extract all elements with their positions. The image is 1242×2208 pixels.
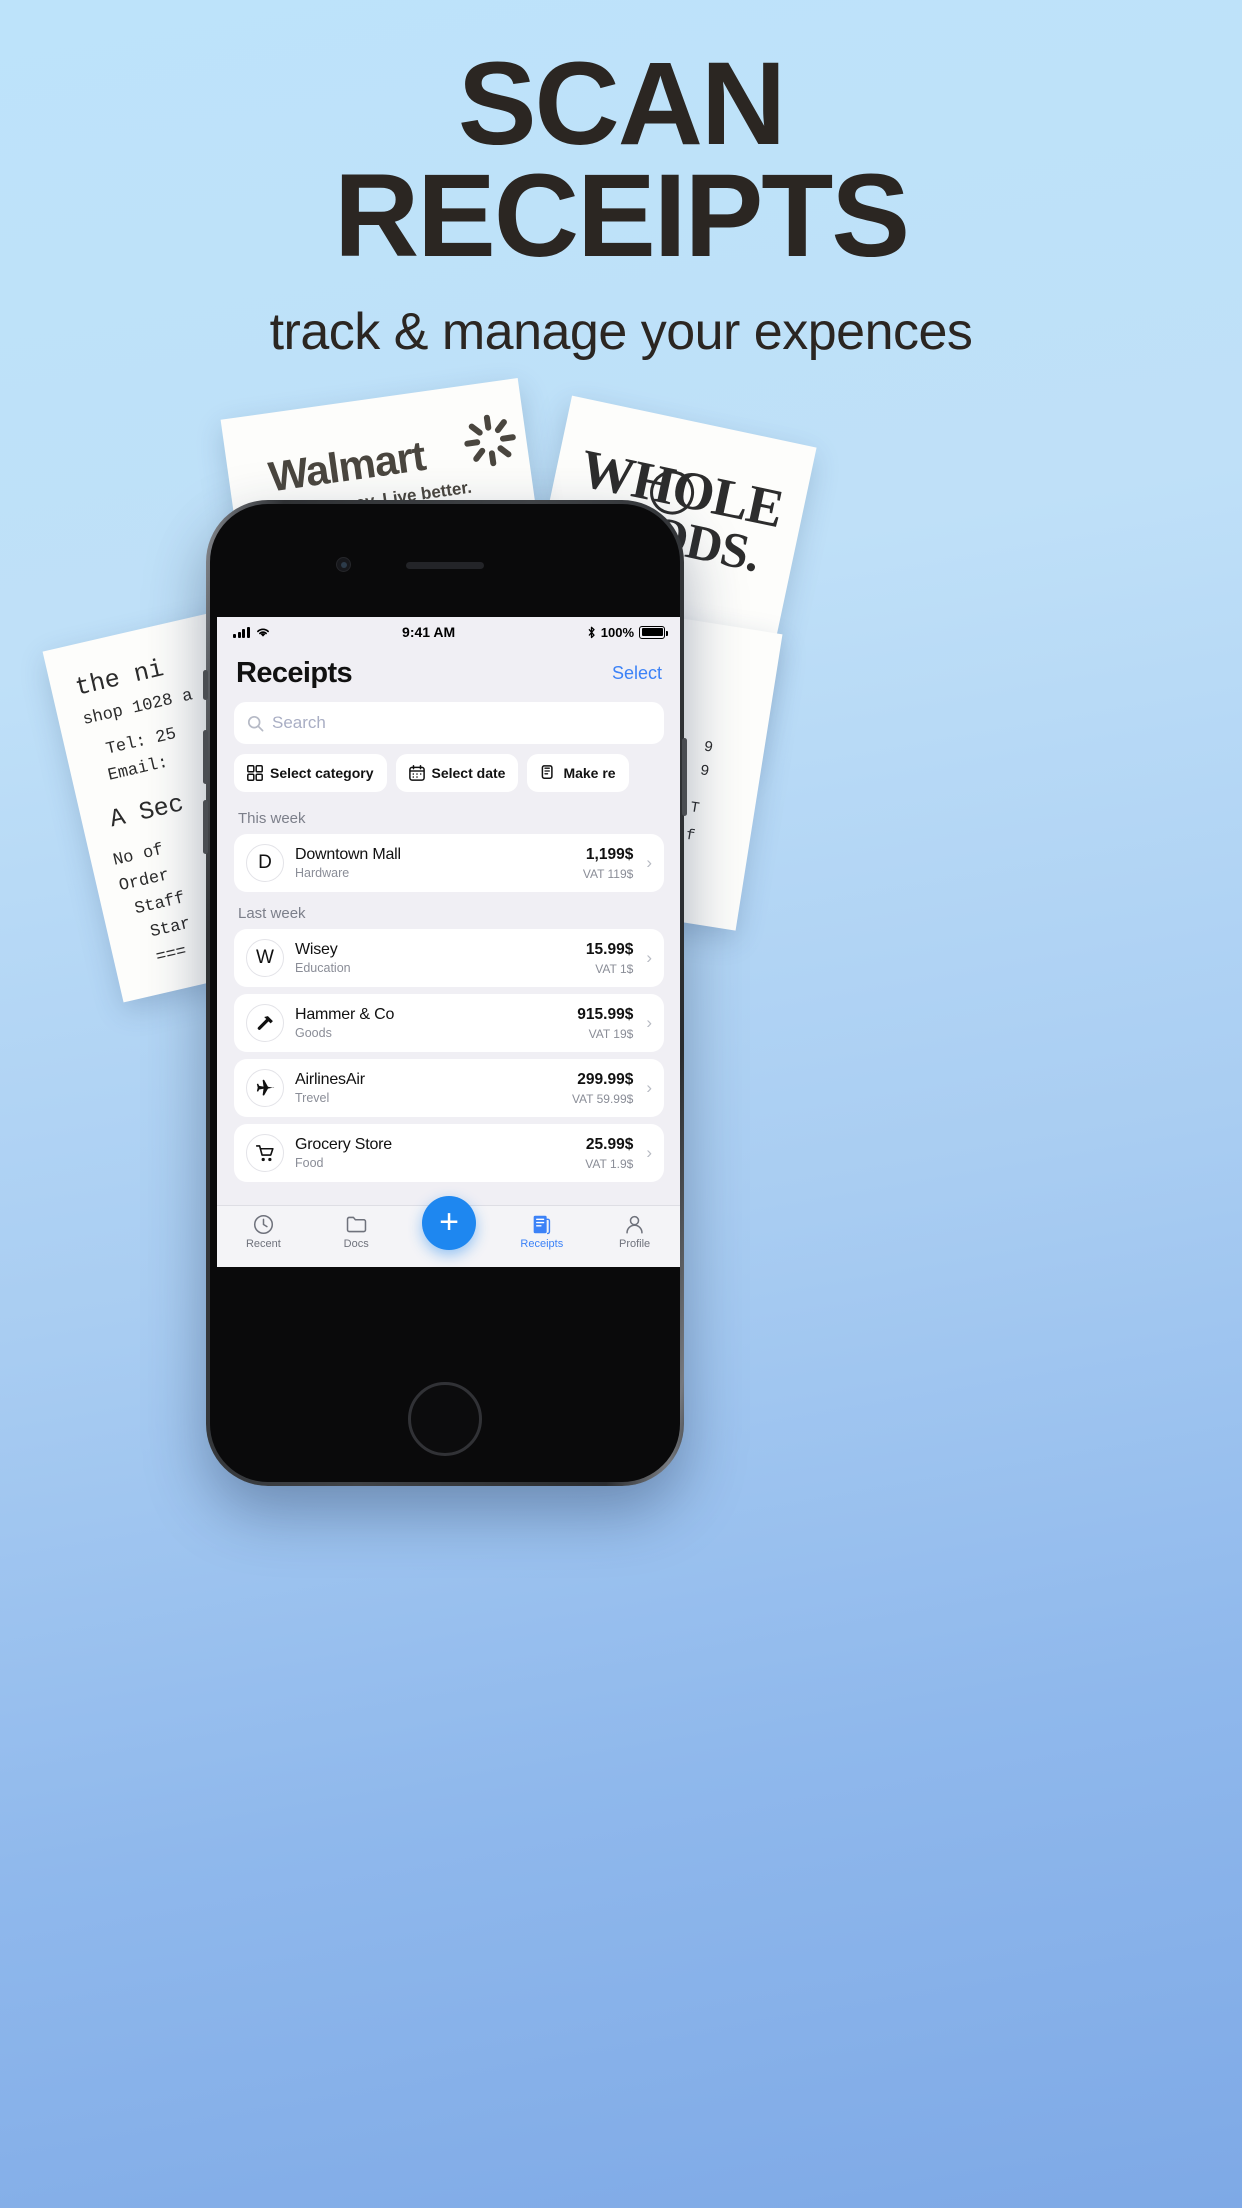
avatar — [246, 1069, 284, 1107]
calendar-icon — [408, 765, 425, 781]
phone-volume-up-button — [203, 730, 208, 784]
tab-docs[interactable]: Docs — [310, 1213, 403, 1250]
search-input[interactable]: Search — [234, 702, 664, 744]
category-label: Hardware — [295, 866, 350, 880]
tab-label: Recent — [245, 1238, 281, 1250]
marketing-headline-block: SCAN RECEIPTS track & manage your expenc… — [0, 38, 1242, 362]
merchant-name: Hammer & Co — [295, 1006, 395, 1023]
cellular-bars-icon — [233, 626, 250, 638]
amount-label: 15.99$ — [585, 940, 634, 958]
headline-line-1: SCAN — [457, 38, 786, 170]
chip-label: Select date — [431, 765, 506, 781]
filter-chip-row[interactable]: Select category Select date Make re — [217, 754, 680, 804]
category-label: Education — [295, 961, 351, 975]
group-label-this-week: This week — [238, 810, 306, 827]
merchant-name: AirlinesAir — [295, 1071, 365, 1088]
vat-label: VAT 59.99$ — [571, 1091, 634, 1106]
chip-select-date[interactable]: Select date — [395, 754, 519, 792]
folder-icon — [346, 1213, 367, 1235]
clock-icon — [253, 1213, 274, 1235]
chip-label: Make re — [563, 765, 616, 781]
status-bar: 9:41 AM 100% — [217, 617, 680, 647]
vat-label: VAT 1$ — [595, 961, 634, 976]
avatar: W — [246, 939, 284, 977]
document-icon — [542, 765, 554, 779]
merchant-name: Downtown Mall — [295, 846, 401, 863]
cart-icon — [255, 1144, 274, 1161]
avatar: D — [246, 844, 284, 882]
bottom-tab-bar: Recent Docs + Receipts Profile — [217, 1196, 680, 1267]
chevron-right-icon: › — [646, 1078, 652, 1097]
tab-label: Receipts — [520, 1238, 564, 1250]
select-button[interactable]: Select — [612, 663, 662, 684]
phone-mockup: 9:41 AM 100% Receipts Select Search Sele… — [203, 500, 687, 1486]
chevron-right-icon: › — [646, 1013, 652, 1032]
screen-header: Receipts Select — [217, 647, 680, 702]
wifi-icon — [256, 628, 269, 637]
chevron-right-icon: › — [646, 948, 652, 967]
phone-power-button — [682, 738, 687, 816]
grid-icon — [247, 765, 263, 781]
plus-icon: + — [439, 1202, 459, 1241]
amount-label: 25.99$ — [585, 1135, 634, 1153]
headline-line-2: RECEIPTS — [333, 150, 910, 283]
tab-label: Docs — [343, 1238, 369, 1250]
person-icon — [624, 1213, 645, 1235]
phone-front-camera-icon — [336, 557, 351, 572]
amount-label: 1,199$ — [585, 845, 634, 863]
avatar — [246, 1134, 284, 1172]
vat-label: VAT 119$ — [582, 866, 634, 881]
vat-label: VAT 19$ — [588, 1026, 634, 1041]
phone-earpiece-speaker — [406, 562, 484, 569]
status-bar-time: 9:41 AM — [402, 624, 456, 640]
add-receipt-button[interactable]: + — [422, 1196, 476, 1250]
chevron-right-icon: › — [646, 853, 652, 872]
avatar — [246, 1004, 284, 1042]
category-label: Trevel — [295, 1091, 330, 1105]
amount-label: 299.99$ — [577, 1070, 634, 1088]
marketing-subtitle: track & manage your expences — [269, 303, 973, 362]
battery-full-icon — [639, 625, 668, 639]
walmart-spark-icon — [464, 414, 516, 467]
search-placeholder: Search — [272, 713, 326, 732]
home-button[interactable] — [408, 1382, 482, 1456]
chip-select-category[interactable]: Select category — [234, 754, 387, 792]
receipt-row[interactable]: Hammer & Co Goods 915.99$ VAT 19$ › — [234, 994, 664, 1052]
group-label-last-week: Last week — [238, 905, 306, 922]
tab-profile[interactable]: Profile — [588, 1213, 680, 1250]
app-screen: 9:41 AM 100% Receipts Select Search Sele… — [217, 617, 680, 1267]
receipt-row[interactable]: W Wisey Education 15.99$ VAT 1$ › — [234, 929, 664, 987]
chip-make-report[interactable]: Make re — [527, 754, 629, 792]
phone-mute-switch — [203, 670, 208, 700]
hammer-icon — [257, 1015, 273, 1030]
receipt-row[interactable]: D Downtown Mall Hardware 1,199$ VAT 119$… — [234, 834, 664, 892]
receipt-row[interactable]: AirlinesAir Trevel 299.99$ VAT 59.99$ › — [234, 1059, 664, 1117]
vat-label: VAT 1.9$ — [585, 1156, 634, 1171]
category-label: Food — [295, 1156, 324, 1170]
chevron-right-icon: › — [646, 1143, 652, 1162]
merchant-name: Grocery Store — [295, 1136, 392, 1153]
search-icon — [247, 715, 264, 731]
page-title: Receipts — [236, 657, 353, 689]
category-label: Goods — [295, 1026, 332, 1040]
tab-receipts[interactable]: Receipts — [495, 1213, 588, 1250]
merchant-name: Wisey — [295, 941, 338, 958]
battery-percent-label: 100% — [600, 624, 634, 640]
receipt-icon — [531, 1213, 552, 1235]
bluetooth-icon — [588, 626, 595, 638]
receipts-list: This week D Downtown Mall Hardware 1,199… — [217, 804, 680, 1205]
amount-label: 915.99$ — [577, 1005, 634, 1023]
tab-label: Profile — [618, 1238, 651, 1250]
receipt-row[interactable]: Grocery Store Food 25.99$ VAT 1.9$ › — [234, 1124, 664, 1182]
chip-label: Select category — [270, 765, 374, 781]
airplane-icon — [256, 1079, 274, 1096]
tab-recent[interactable]: Recent — [217, 1213, 310, 1250]
phone-volume-down-button — [203, 800, 208, 854]
